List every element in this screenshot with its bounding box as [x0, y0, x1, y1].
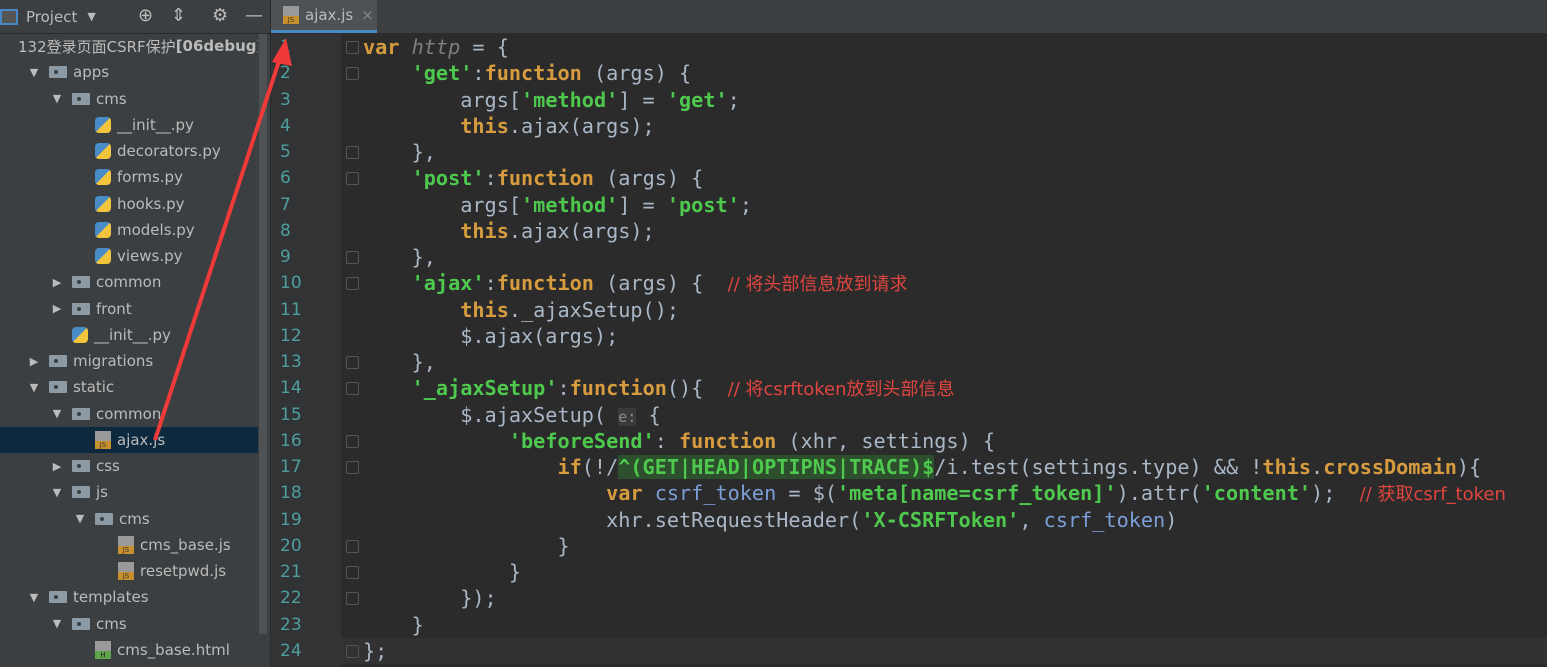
- red-arrow-annotation: [153, 38, 292, 441]
